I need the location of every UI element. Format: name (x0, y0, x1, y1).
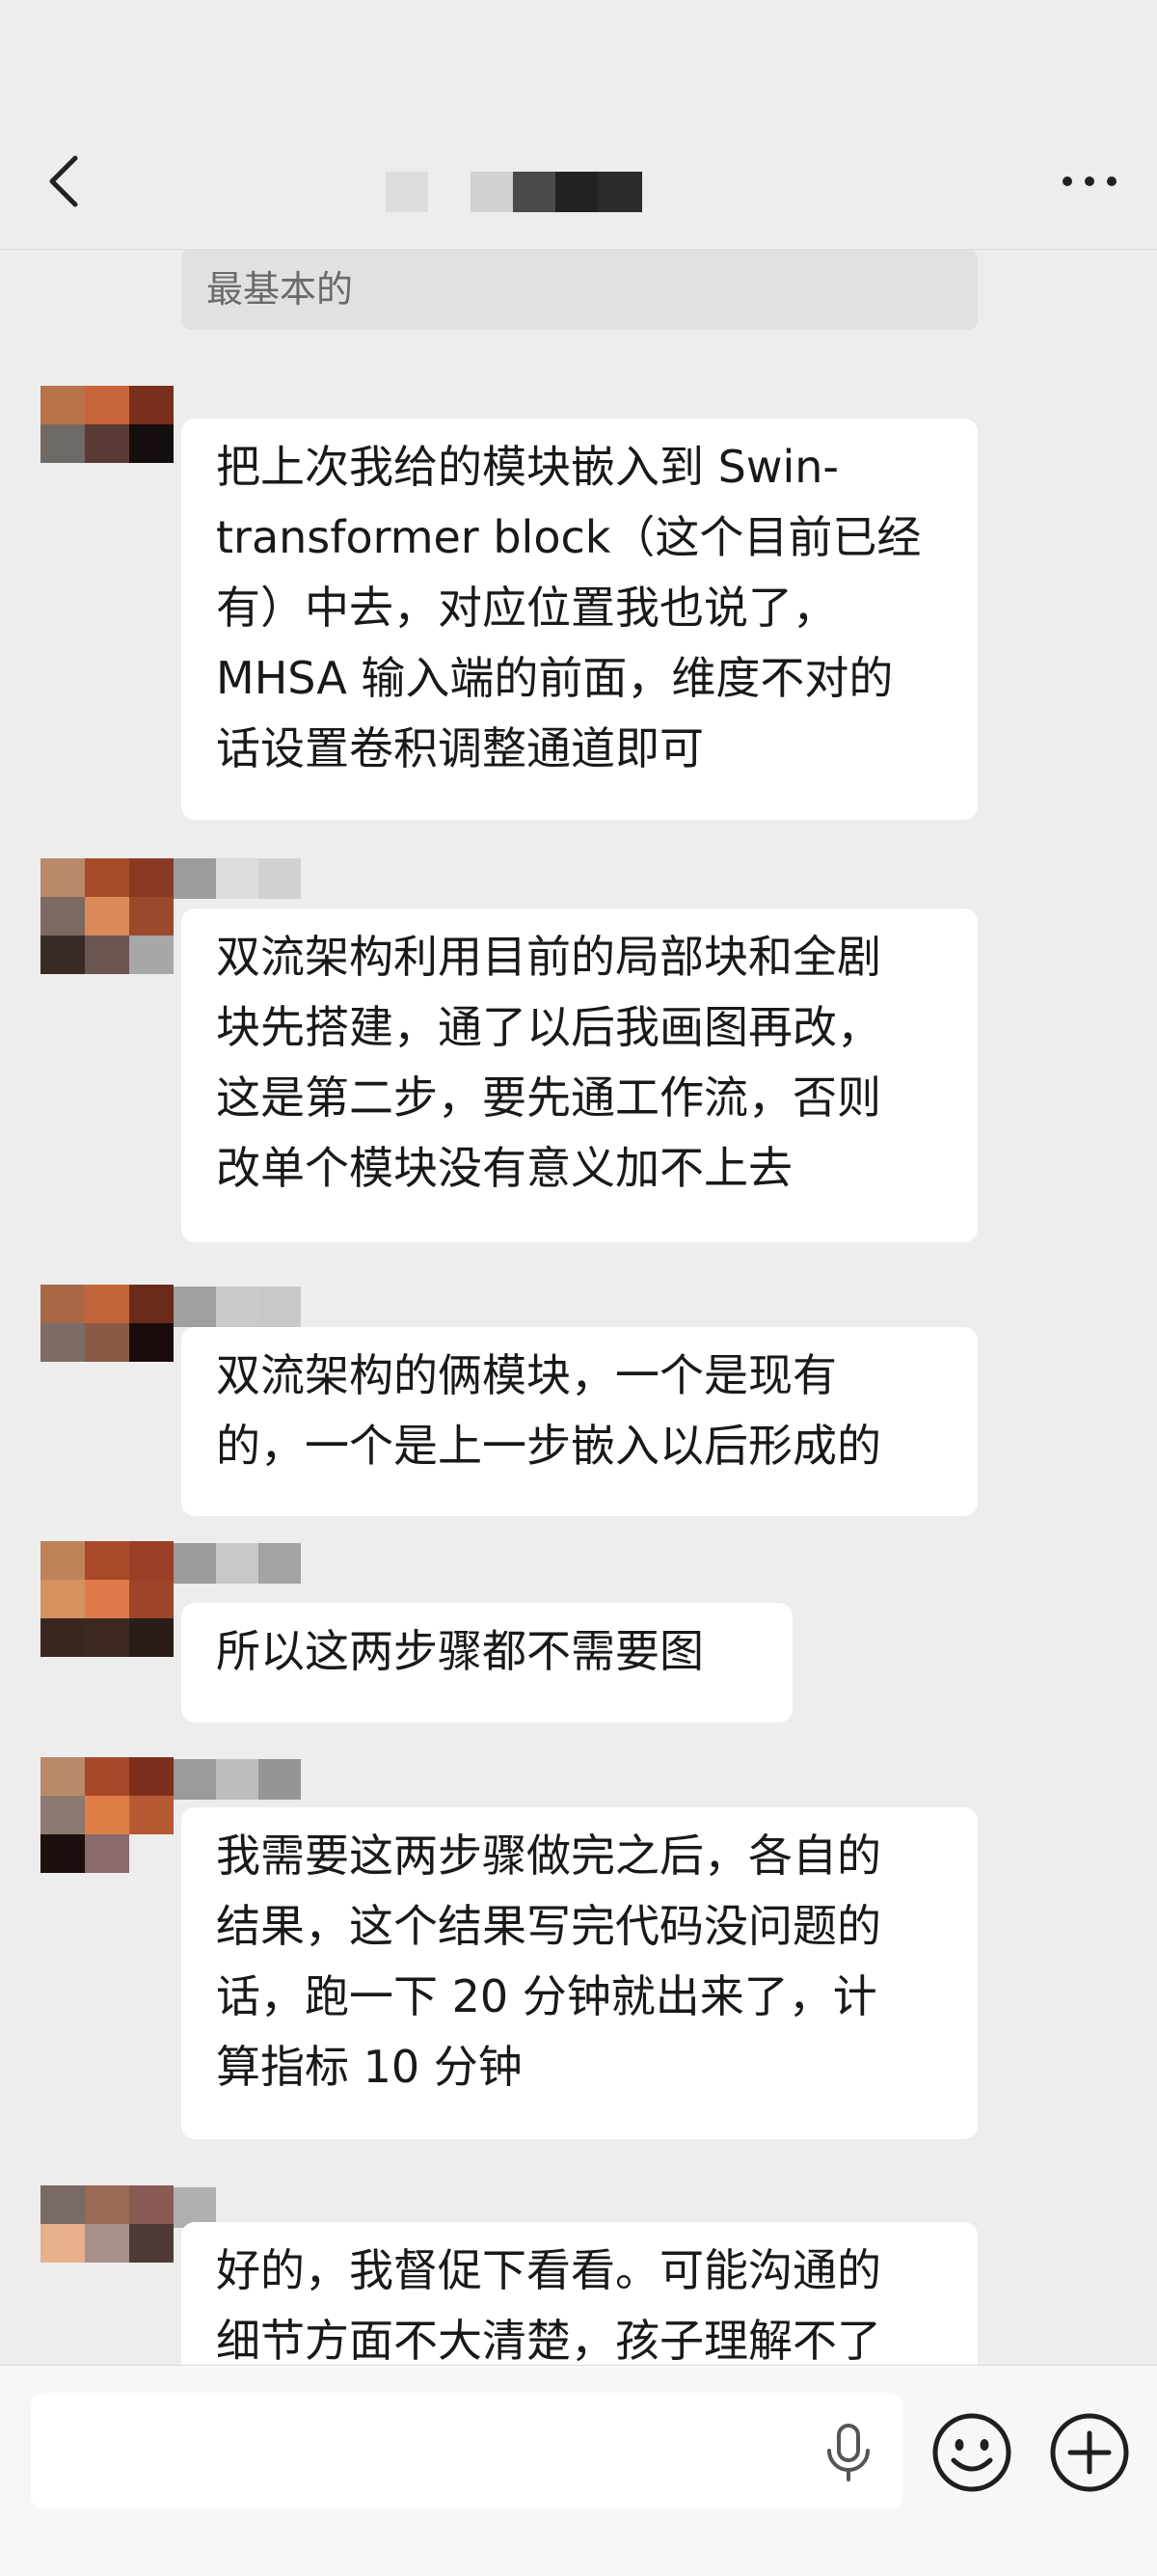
message-bubble[interactable]: 双流架构的俩模块，一个是现有 的，一个是上一步嵌入以后形成的 (181, 1327, 978, 1516)
chat-header: ■ ■■■■ (0, 0, 1157, 250)
sender-name (174, 858, 301, 899)
message-input[interactable] (31, 2393, 902, 2508)
plus-circle-icon (1050, 2413, 1129, 2492)
message-bubble[interactable]: 所以这两步骤都不需要图 (181, 1603, 793, 1722)
avatar[interactable] (40, 1285, 174, 1396)
back-button[interactable] (35, 145, 93, 218)
chat-message-list[interactable]: 最基本的 把上次我给的模块嵌入到 Swin- transformer block… (0, 249, 1157, 2365)
emoji-smile-icon (932, 2413, 1011, 2492)
sender-name (174, 1287, 301, 1327)
message-bubble[interactable]: 双流架构利用目前的局部块和全剧 块先搭建，通了以后我画图再改， 这是第二步，要先… (181, 908, 978, 1242)
message-bubble[interactable]: 把上次我给的模块嵌入到 Swin- transformer block（这个目前… (181, 419, 978, 820)
message-input-bar (0, 2365, 1157, 2576)
message-bubble[interactable]: 我需要这两步骤做完之后，各自的 结果，这个结果写完代码没问题的 话，跑一下 20… (181, 1807, 978, 2139)
message-bubble[interactable]: 好的，我督促下看看。可能沟通的 细节方面不大清楚，孩子理解不了 (181, 2222, 978, 2365)
microphone-icon (827, 2424, 870, 2481)
emoji-button[interactable] (929, 2410, 1014, 2495)
sender-name (174, 1759, 301, 1800)
more-horizontal-icon (1063, 176, 1117, 186)
avatar[interactable] (40, 1541, 174, 1657)
more-actions-button[interactable] (1047, 2410, 1132, 2495)
chevron-left-icon (49, 155, 78, 207)
more-options-button[interactable] (1051, 145, 1128, 218)
voice-input-button[interactable] (820, 2422, 877, 2483)
quoted-message: 最基本的 (181, 249, 978, 330)
sender-name (174, 1543, 301, 1584)
avatar[interactable] (40, 1757, 174, 1873)
avatar[interactable] (40, 858, 174, 974)
avatar[interactable] (40, 386, 174, 498)
avatar[interactable] (40, 2185, 174, 2297)
chat-title: ■ ■■■■ (386, 172, 646, 212)
